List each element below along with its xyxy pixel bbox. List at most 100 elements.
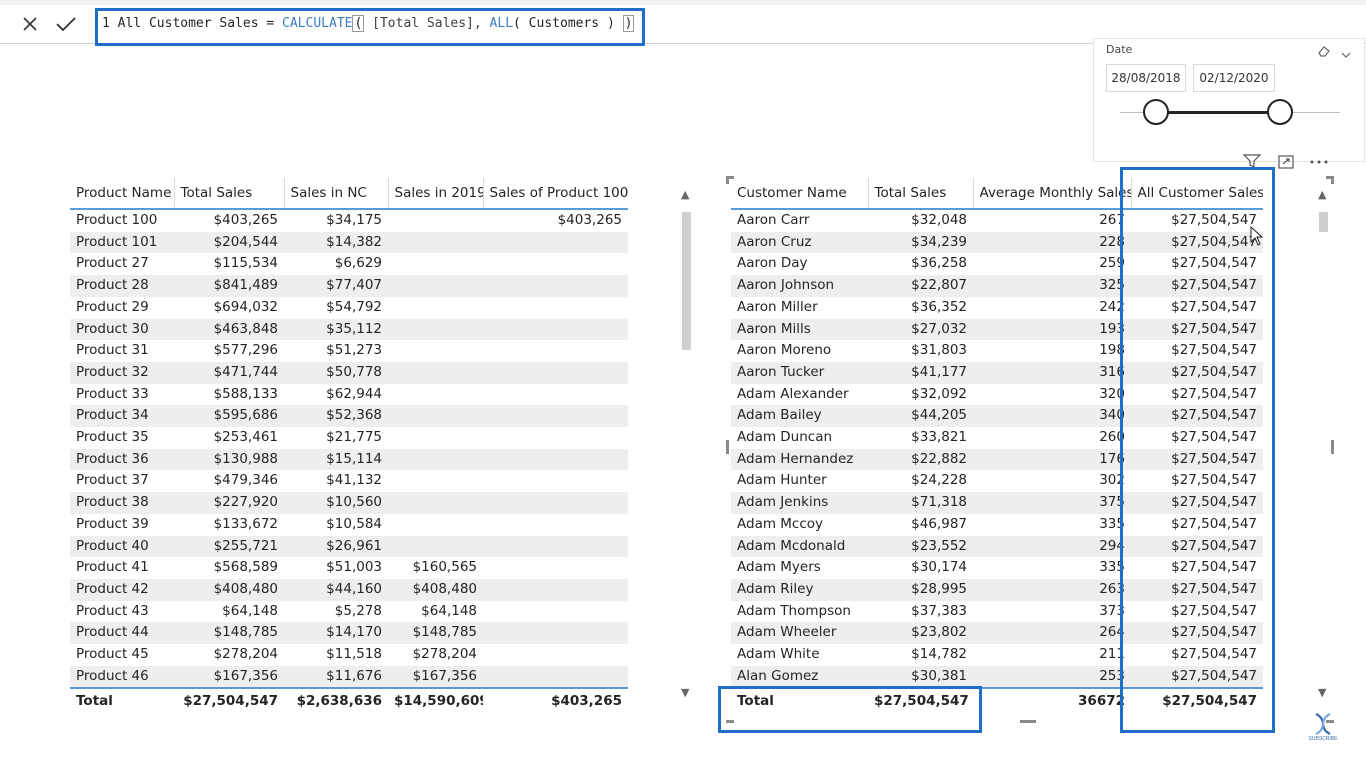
slicer-title: Date — [1106, 43, 1133, 56]
scroll-up-icon[interactable]: ▲ — [1318, 188, 1326, 201]
end-date-input[interactable]: 02/12/2020 — [1193, 64, 1275, 92]
column-header[interactable]: Sales of Product 100 — [483, 178, 628, 210]
subscribe-logo[interactable]: SUBSCRIBE — [1306, 710, 1340, 744]
data-cell: 211 — [1099, 646, 1125, 663]
table-row[interactable]: Product 33 $588,133 $62,944 — [70, 384, 628, 406]
table-row[interactable]: Product 46 $167,356 $11,676 $167,356 — [70, 665, 628, 689]
column-header[interactable]: Customer Name — [731, 178, 869, 210]
resize-handle[interactable] — [1020, 720, 1036, 723]
column-header[interactable]: Sales in NC — [284, 178, 389, 210]
data-cell: $14,382 — [284, 231, 388, 254]
table-row[interactable]: Product 101 $204,544 $14,382 — [70, 231, 628, 254]
table-row[interactable]: Product 28 $841,489 $77,407 — [70, 275, 628, 297]
data-cell: $37,383 — [911, 602, 967, 619]
row-label-cell: Product 43 — [76, 602, 149, 619]
column-header[interactable]: Average Monthly Sales — [973, 178, 1132, 210]
data-cell: $160,565 — [412, 559, 477, 576]
table-row[interactable]: Product 43 $64,148 $5,278 $64,148 — [70, 601, 628, 623]
total-cell: $14,590,609 — [388, 687, 483, 714]
column-header[interactable]: Sales in 2019 — [388, 178, 484, 210]
row-label-cell: Adam Hunter — [737, 472, 827, 489]
row-label-cell: Product 37 — [76, 472, 149, 489]
table-row[interactable]: Product 36 $130,988 $15,114 — [70, 448, 628, 471]
resize-handle[interactable] — [1331, 176, 1334, 184]
data-cell: $167,356 — [388, 665, 483, 689]
product-sales-table: Product Name Total Sales Sales in NC Sal… — [70, 178, 630, 714]
table-row[interactable]: Product 30 $463,848 $35,112 — [70, 318, 628, 341]
data-cell: 335 — [1099, 515, 1125, 532]
date-slider-start-handle[interactable] — [1143, 99, 1169, 125]
data-cell: $841,489 — [174, 275, 284, 297]
all-customer-sales-highlight — [1120, 167, 1275, 733]
data-cell: 260 — [1099, 429, 1125, 446]
data-cell — [388, 361, 483, 384]
table-row[interactable]: Product 44 $148,785 $14,170 $148,785 — [70, 622, 628, 645]
row-label-cell: Product 31 — [76, 342, 149, 359]
column-header[interactable]: Product Name — [70, 178, 175, 210]
resize-handle[interactable] — [1331, 440, 1334, 454]
column-header[interactable]: Total Sales — [174, 178, 285, 210]
data-cell: 259 — [1099, 255, 1125, 272]
date-slider-end-handle[interactable] — [1267, 99, 1293, 125]
data-cell: $463,848 — [174, 318, 284, 341]
focus-mode-icon[interactable] — [1278, 154, 1294, 173]
data-cell — [483, 535, 628, 558]
mouse-cursor-icon — [1250, 225, 1264, 250]
data-cell — [483, 231, 628, 254]
table-row[interactable]: Product 41 $568,589 $51,003 $160,565 — [70, 557, 628, 579]
more-options-icon[interactable] — [1309, 153, 1329, 172]
data-cell: $22,882 — [868, 448, 973, 471]
row-label-cell: Aaron Miller — [737, 298, 818, 315]
data-cell: $54,792 — [326, 298, 382, 315]
table-row[interactable]: Product 100 $403,265 $34,175 $403,265 — [70, 209, 628, 232]
chevron-down-icon[interactable] — [1341, 44, 1351, 63]
scroll-down-icon[interactable]: ▼ — [1318, 686, 1326, 699]
table-row[interactable]: Product 37 $479,346 $41,132 — [70, 470, 628, 492]
table-row[interactable]: Product 29 $694,032 $54,792 — [70, 297, 628, 319]
start-date-input[interactable]: 28/08/2018 — [1106, 64, 1186, 92]
table-row[interactable]: Product 38 $227,920 $10,560 — [70, 492, 628, 514]
table-row[interactable]: Product 42 $408,480 $44,160 $408,480 — [70, 578, 628, 601]
data-cell: $130,988 — [174, 448, 284, 471]
svg-text:SUBSCRIBE: SUBSCRIBE — [1309, 736, 1339, 740]
row-label-cell: Product 46 — [70, 665, 174, 689]
table-row[interactable]: Product 31 $577,296 $51,273 — [70, 340, 628, 362]
data-cell: $34,175 — [326, 212, 382, 228]
data-cell: $408,480 — [174, 578, 284, 601]
left-table-scrollbar[interactable] — [682, 212, 691, 350]
commit-formula-button[interactable] — [54, 12, 78, 36]
row-label-cell: Aaron Cruz — [731, 231, 868, 254]
data-cell: $694,032 — [213, 298, 278, 315]
column-header[interactable]: Total Sales — [868, 178, 974, 210]
table-row[interactable]: Product 39 $133,672 $10,584 — [70, 514, 628, 536]
cancel-formula-button[interactable] — [18, 12, 42, 36]
table-row[interactable]: Product 45 $278,204 $11,518 $278,204 — [70, 644, 628, 666]
resize-handle[interactable] — [726, 176, 729, 184]
table-row[interactable]: Product 40 $255,721 $26,961 — [70, 535, 628, 558]
data-cell: $255,721 — [174, 535, 284, 558]
data-cell: $32,048 — [911, 212, 967, 228]
scroll-up-icon[interactable]: ▲ — [681, 188, 689, 201]
data-cell: $479,346 — [213, 472, 278, 489]
data-cell — [388, 231, 483, 254]
table-row[interactable]: Product 27 $115,534 $6,629 — [70, 253, 628, 275]
table-row[interactable]: Product 35 $253,461 $21,775 — [70, 427, 628, 449]
row-label-cell: Aaron Carr — [737, 212, 810, 228]
check-icon — [56, 17, 76, 32]
close-icon — [23, 17, 37, 31]
row-label-cell: Product 101 — [70, 231, 174, 254]
data-cell: $588,133 — [213, 385, 278, 402]
row-label-cell: Product 27 — [76, 255, 149, 272]
table-row[interactable]: Product 34 $595,686 $52,368 — [70, 405, 628, 428]
table-row[interactable]: Product 32 $471,744 $50,778 — [70, 361, 628, 384]
data-cell — [483, 275, 628, 297]
resize-handle[interactable] — [726, 440, 729, 454]
scroll-down-icon[interactable]: ▼ — [681, 686, 689, 699]
data-cell: $26,961 — [284, 535, 388, 558]
right-table-scrollbar[interactable] — [1319, 212, 1328, 232]
formula-input[interactable]: 1 All Customer Sales = CALCULATE( [Total… — [102, 15, 635, 32]
data-cell: 320 — [1099, 385, 1125, 402]
data-cell: 267 — [1099, 212, 1125, 228]
eraser-icon[interactable] — [1317, 42, 1331, 61]
row-label-cell: Adam Thompson — [737, 602, 851, 619]
